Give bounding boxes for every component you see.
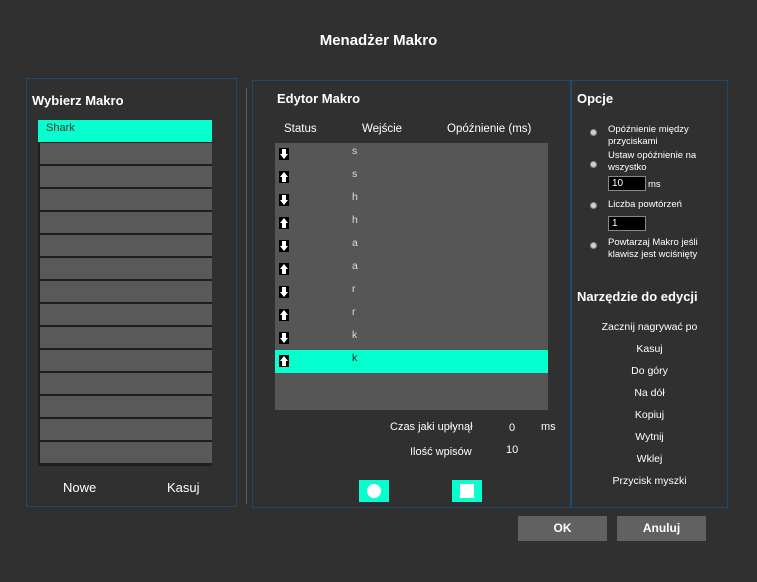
delay-between-radio[interactable] (590, 129, 597, 136)
down-arrow-icon (279, 239, 289, 252)
event-key: r (352, 306, 356, 318)
event-key: k (352, 352, 358, 364)
repeat-while-pressed-radio[interactable] (590, 242, 597, 249)
macro-event-list[interactable]: sshhaarrkk (275, 143, 548, 410)
edit-tool-item[interactable]: Na dół (571, 387, 728, 399)
elapsed-unit: ms (541, 421, 556, 433)
down-arrow-icon (279, 193, 289, 206)
edit-tool-item[interactable]: Wklej (571, 453, 728, 465)
macro-list-item[interactable] (40, 373, 212, 394)
up-arrow-icon (279, 216, 289, 229)
set-delay-all-label: Ustaw opóźnienie na wszystko (608, 150, 697, 173)
set-delay-all-radio[interactable] (590, 161, 597, 168)
macro-list-item[interactable] (40, 396, 212, 417)
macro-event-row[interactable]: a (275, 258, 548, 281)
down-arrow-icon (279, 331, 289, 344)
up-arrow-icon (279, 354, 289, 367)
up-arrow-icon (279, 308, 289, 321)
elapsed-value: 0 (509, 422, 516, 434)
macro-list-item[interactable] (40, 327, 212, 348)
ok-button[interactable]: OK (518, 516, 607, 541)
event-key: h (352, 191, 358, 203)
entry-count-value: 10 (506, 444, 519, 456)
up-arrow-icon (279, 170, 289, 183)
edit-tools-heading: Narzędzie do edycji (577, 289, 698, 304)
repeat-input[interactable] (608, 216, 646, 231)
repeat-count-radio[interactable] (590, 202, 597, 209)
macro-list-item[interactable] (40, 235, 212, 256)
macro-list-item[interactable] (40, 189, 212, 210)
macro-list-item[interactable] (40, 212, 212, 233)
edit-tool-item[interactable]: Kasuj (571, 343, 728, 355)
macro-list-item[interactable] (40, 419, 212, 440)
macro-name: Shark (46, 122, 75, 134)
macro-list-item[interactable] (40, 166, 212, 187)
macro-list-item[interactable] (40, 350, 212, 371)
macro-select-heading: Wybierz Makro (32, 93, 124, 108)
record-icon (367, 484, 381, 498)
event-key: a (352, 237, 358, 249)
macro-list-item[interactable] (40, 143, 212, 164)
event-key: h (352, 214, 358, 226)
macro-event-row[interactable]: k (275, 327, 548, 350)
divider (246, 88, 247, 504)
macro-event-row[interactable]: s (275, 166, 548, 189)
macro-event-row[interactable]: k (275, 350, 548, 373)
macro-editor-heading: Edytor Makro (277, 91, 361, 106)
edit-tool-item[interactable]: Przycisk myszki (571, 475, 728, 487)
macro-list-item[interactable] (40, 442, 212, 463)
edit-tool-item[interactable]: Zacznij nagrywać po (571, 321, 728, 333)
entry-count-label: Ilość wpisów (410, 446, 472, 458)
cancel-button[interactable]: Anuluj (617, 516, 706, 541)
macro-list-item[interactable] (40, 304, 212, 325)
macro-event-row[interactable]: h (275, 189, 548, 212)
delay-between-label: Opóźnienie między przyciskami (608, 124, 689, 147)
macro-list[interactable]: Shark (38, 120, 212, 466)
event-key: r (352, 283, 356, 295)
edit-tool-item[interactable]: Kopiuj (571, 409, 728, 421)
event-key: s (352, 168, 358, 180)
macro-event-row[interactable]: r (275, 281, 548, 304)
macro-event-row[interactable]: r (275, 304, 548, 327)
delay-unit: ms (648, 179, 661, 190)
event-key: s (352, 145, 358, 157)
stop-button[interactable] (452, 480, 482, 502)
macro-list-item[interactable] (40, 281, 212, 302)
column-input: Wejście (362, 123, 403, 135)
delay-input[interactable] (608, 176, 646, 191)
macro-event-row[interactable]: h (275, 212, 548, 235)
macro-event-row[interactable]: s (275, 143, 548, 166)
macro-event-row[interactable]: a (275, 235, 548, 258)
up-arrow-icon (279, 262, 289, 275)
event-key: k (352, 329, 358, 341)
window-title: Menadżer Makro (319, 32, 438, 49)
repeat-count-label: Liczba powtórzeń (608, 199, 682, 210)
macro-list-item[interactable] (40, 258, 212, 279)
column-status: Status (284, 123, 317, 135)
edit-tool-item[interactable]: Wytnij (571, 431, 728, 443)
options-heading: Opcje (577, 91, 614, 106)
new-macro-button[interactable]: Nowe (63, 480, 96, 495)
edit-tool-item[interactable]: Do góry (571, 365, 728, 377)
down-arrow-icon (279, 147, 289, 160)
repeat-while-pressed-label: Powtarzaj Makro jeśli klawisz jest wciśn… (608, 237, 698, 260)
event-key: a (352, 260, 358, 272)
column-delay: Opóźnienie (ms) (447, 123, 532, 135)
down-arrow-icon (279, 285, 289, 298)
elapsed-label: Czas jaki upłynął (390, 421, 473, 433)
delete-macro-button[interactable]: Kasuj (167, 480, 200, 495)
macro-list-item[interactable]: Shark (38, 120, 212, 142)
stop-icon (460, 484, 474, 498)
record-button[interactable] (359, 480, 389, 502)
